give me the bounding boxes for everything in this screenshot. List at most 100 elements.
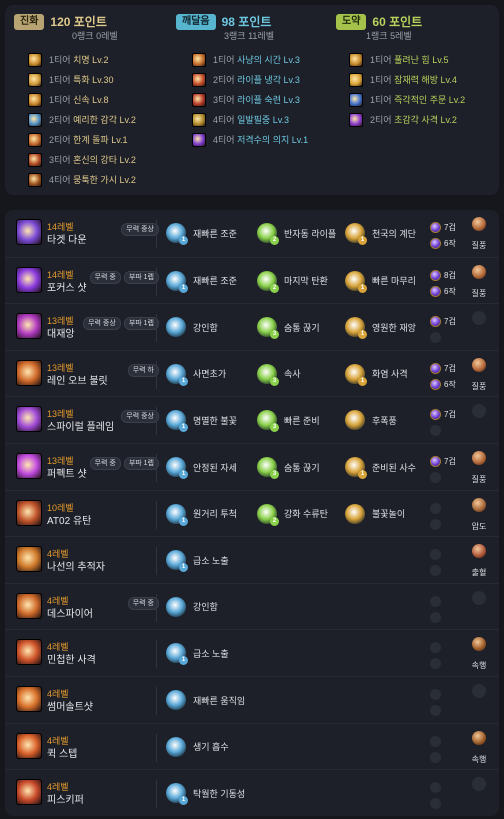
rune-icon[interactable] xyxy=(472,357,486,372)
rune-icon[interactable] xyxy=(472,637,486,652)
tripod[interactable]: 1 급소 노출 xyxy=(166,643,229,666)
gem[interactable] xyxy=(430,611,444,623)
gem[interactable] xyxy=(430,549,444,561)
passive-item[interactable]: 2티어 예리한 감각 Lv.2 xyxy=(28,111,136,128)
skill-row[interactable]: 13레벨 퍼펙트 샷 무력 중 부파 1렙 1 안정된 자세 3 숨통 끊기 1 준비된 사수 7겁… xyxy=(5,443,499,489)
tripod[interactable]: 3 빠른 준비 xyxy=(257,410,320,433)
passive-item[interactable]: 3티어 혼신의 강타 Lv.2 xyxy=(28,151,136,168)
gem[interactable]: 7겁 xyxy=(430,316,456,328)
passive-item[interactable]: 1티어 사냥의 시간 Lv.3 xyxy=(192,51,300,68)
gem[interactable] xyxy=(430,658,444,670)
tripod[interactable]: 1 준비된 사수 xyxy=(345,457,416,479)
rune-icon[interactable] xyxy=(472,684,486,698)
skill-row[interactable]: 4레벨 나선의 추적자 1 급소 노출 출혈 xyxy=(5,536,499,582)
gem[interactable] xyxy=(430,705,444,716)
rune-icon[interactable] xyxy=(472,404,486,419)
skill-row[interactable]: 13레벨 레인 오브 불릿 무력 하 1 사면초가 3 속사 1 화염 사격 7겁 6작 질풍 xyxy=(5,349,499,396)
tripod[interactable]: 1 재빠른 조준 xyxy=(166,270,237,293)
gem[interactable] xyxy=(430,751,444,763)
passive-item[interactable]: 2티어 초감각 사격 Lv.2 xyxy=(349,111,457,128)
rune-icon[interactable] xyxy=(472,311,486,326)
tripod[interactable]: 2 반자동 라이플 xyxy=(257,223,336,245)
gem[interactable]: 7겁 xyxy=(430,362,456,374)
tripod[interactable]: 불꽃놀이 xyxy=(345,503,405,524)
rune-icon[interactable] xyxy=(472,217,486,231)
tripod[interactable]: 재빠른 움직임 xyxy=(166,690,245,710)
gem[interactable]: 7겁 xyxy=(430,456,456,467)
gem[interactable]: 6작 xyxy=(430,285,456,297)
skill-row[interactable]: 10레벨 AT02 유탄 1 원거리 투척 2 강화 수류탄 불꽃놀이 압도 xyxy=(5,489,499,536)
skill-row[interactable]: 14레벨 포커스 샷 무력 중 부파 1렙 1 재빠른 조준 2 마지막 탄환 1 빠른 마무리 8… xyxy=(5,256,499,303)
gem[interactable] xyxy=(430,689,444,700)
rune-icon[interactable] xyxy=(472,590,486,605)
tripod[interactable]: 3 숨통 끊기 xyxy=(257,457,320,479)
rune-icon[interactable] xyxy=(472,777,486,792)
gem[interactable] xyxy=(430,565,444,577)
gem[interactable] xyxy=(430,502,444,514)
gem[interactable] xyxy=(430,642,444,654)
skill-row[interactable]: 14레벨 타겟 다운 무력 중상 1 재빠른 조준 2 반자동 라이플 1 천국의 계단 7겁 6작… xyxy=(5,210,499,256)
tripod[interactable]: 3 속사 xyxy=(257,363,301,386)
passive-item[interactable]: 2티어 한계 돌파 Lv.1 xyxy=(28,131,128,148)
gem[interactable] xyxy=(430,518,444,530)
gem[interactable] xyxy=(430,798,444,810)
tripod[interactable]: 1 명멸한 불꽃 xyxy=(166,410,237,433)
passive-item[interactable]: 1티어 잠재력 해방 Lv.4 xyxy=(349,71,457,88)
skill-row[interactable]: 4레벨 민첩한 사격 1 급소 노출 속행 xyxy=(5,629,499,675)
gem[interactable] xyxy=(430,782,444,794)
gem[interactable]: 7겁 xyxy=(430,409,456,421)
skill-tags: 무력 중상 xyxy=(121,410,159,424)
tripod[interactable]: 1 사면초가 xyxy=(166,363,226,386)
tripod[interactable]: 1 천국의 계단 xyxy=(345,223,416,245)
gem[interactable] xyxy=(430,472,444,483)
tripod[interactable]: 1 영원한 재앙 xyxy=(345,317,416,340)
skill-row[interactable]: 4레벨 썸머솔트샷 재빠른 움직임 xyxy=(5,676,499,722)
evolution-column: 진화 120 포인트 0랭크 0레벨 1티어 치명 Lv.2 1티어 특화 Lv.3… xyxy=(14,14,136,187)
passive-item[interactable]: 1티어 치명 Lv.2 xyxy=(28,51,109,68)
passive-item[interactable]: 1티어 신속 Lv.8 xyxy=(28,91,109,108)
tripod[interactable]: 강인함 xyxy=(166,596,218,617)
rune-icon[interactable] xyxy=(472,451,486,465)
gem[interactable]: 8겁 xyxy=(430,269,456,281)
tripod[interactable]: 1 원거리 투척 xyxy=(166,503,237,526)
rune-icon[interactable] xyxy=(472,544,486,559)
gem[interactable] xyxy=(430,425,444,437)
passive-item[interactable]: 4티어 일발필중 Lv.3 xyxy=(192,111,289,128)
passive-item[interactable]: 2티어 라이플 냉각 Lv.3 xyxy=(192,71,300,88)
tripod-name: 빠른 마무리 xyxy=(372,276,416,287)
gem[interactable]: 6작 xyxy=(430,378,456,390)
skill-row[interactable]: 13레벨 스파이럴 플레임 무력 중상 1 명멸한 불꽃 3 빠른 준비 후폭풍 7겁 xyxy=(5,396,499,442)
gem[interactable] xyxy=(430,332,444,344)
tripod[interactable]: 2 강화 수류탄 xyxy=(257,503,328,526)
passive-item[interactable]: 1티어 즉각적인 주문 Lv.2 xyxy=(349,91,465,108)
tripod[interactable]: 1 탁월한 기동성 xyxy=(166,783,245,806)
tripod[interactable]: 생기 흡수 xyxy=(166,736,229,757)
rune-icon[interactable] xyxy=(472,730,486,745)
passive-item[interactable]: 1티어 풀려난 힘 Lv.5 xyxy=(349,51,449,68)
tripod[interactable]: 1 안정된 자세 xyxy=(166,457,237,479)
tripod[interactable]: 1 화염 사격 xyxy=(345,363,408,386)
skill-row[interactable]: 13레벨 대재앙 무력 중상 부파 1렙 강인함 3 숨통 끊기 1 영원한 재앙 7겁 xyxy=(5,303,499,349)
tripod[interactable]: 3 숨통 끊기 xyxy=(257,317,320,340)
tripod[interactable]: 후폭풍 xyxy=(345,410,397,431)
passive-item[interactable]: 4티어 저격수의 의지 Lv.1 xyxy=(192,131,308,148)
passive-item[interactable]: 3티어 라이플 숙련 Lv.3 xyxy=(192,91,300,108)
tripod-icon: 3 xyxy=(257,457,279,479)
tripod[interactable]: 1 급소 노출 xyxy=(166,550,229,573)
tripod[interactable]: 2 마지막 탄환 xyxy=(257,270,328,293)
gem[interactable]: 6작 xyxy=(430,238,456,249)
skill-row[interactable]: 4레벨 피스키퍼 1 탁월한 기동성 xyxy=(5,769,499,815)
tripod-icon: 3 xyxy=(257,363,279,386)
passive-item[interactable]: 4티어 뭉툭한 가시 Lv.2 xyxy=(28,171,136,188)
tripod[interactable]: 1 빠른 마무리 xyxy=(345,270,416,293)
passive-item[interactable]: 1티어 특화 Lv.30 xyxy=(28,71,114,88)
gem[interactable]: 7겁 xyxy=(430,222,456,233)
gem[interactable] xyxy=(430,735,444,747)
rune-icon[interactable] xyxy=(472,497,486,512)
tripod[interactable]: 강인함 xyxy=(166,317,218,338)
tripod[interactable]: 1 재빠른 조준 xyxy=(166,223,237,245)
skill-row[interactable]: 4레벨 데스파이어 무력 중 강인함 xyxy=(5,582,499,629)
gem[interactable] xyxy=(430,595,444,607)
skill-row[interactable]: 4레벨 퀵 스텝 생기 흡수 속행 xyxy=(5,722,499,769)
rune-icon[interactable] xyxy=(472,264,486,279)
